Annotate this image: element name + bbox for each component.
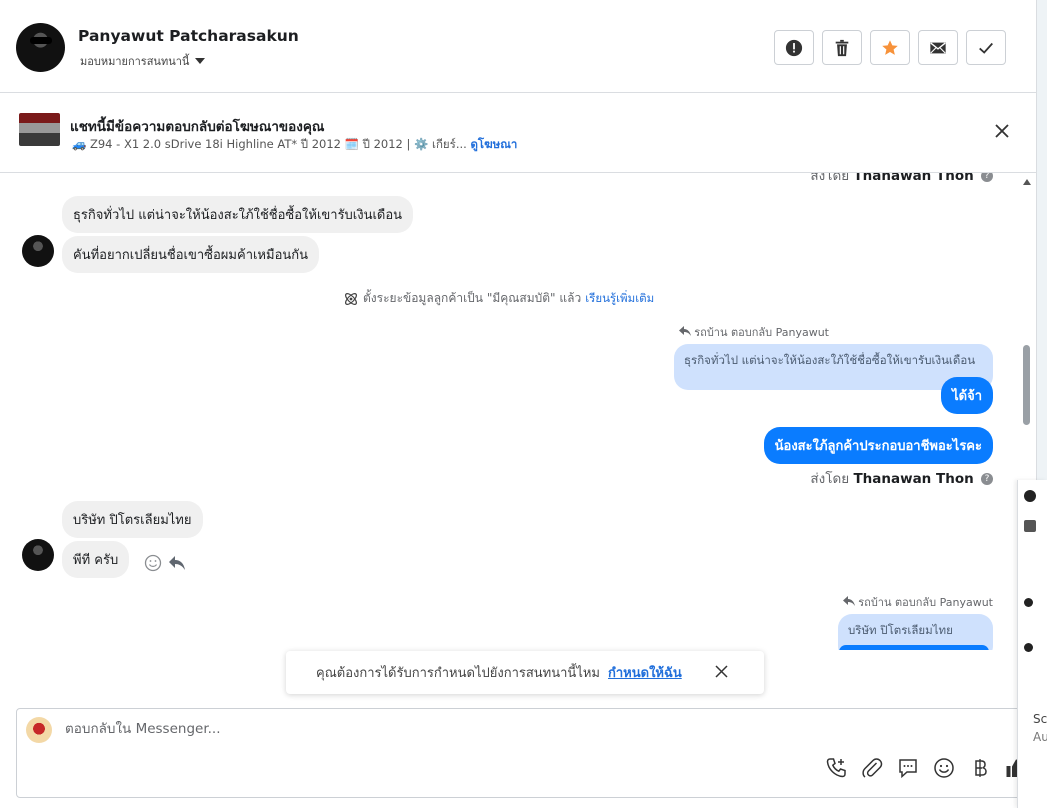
message-composer: [16, 708, 1036, 798]
ad-reply-banner: แชทนี้มีข้อความตอบกลับต่อโฆษณาของคุณ 🚙 Z…: [0, 93, 1037, 173]
saved-reply-icon[interactable]: [897, 757, 919, 779]
system-message: ตั้งระยะข้อมูลลูกค้าเป็น "มีคุณสมบัติ" แ…: [343, 289, 654, 308]
close-icon[interactable]: [715, 665, 728, 678]
message-thread[interactable]: ส่งโดย Thanawan Thon ? ธุรกิจทั่วไป แต่น…: [0, 173, 1037, 650]
assign-conversation-dropdown[interactable]: มอบหมายการสนทนานี้: [80, 52, 206, 70]
caret-down-icon: [195, 58, 206, 64]
page-avatar: [26, 717, 52, 743]
assign-prompt-toast: คุณต้องการได้รับการกำหนดไปยังการสนทนานี้…: [286, 651, 764, 694]
star-button[interactable]: [870, 30, 910, 65]
conversation-window: Panyawut Patcharasakun มอบหมายการสนทนานี…: [0, 0, 1037, 808]
payment-baht-icon[interactable]: [969, 757, 991, 779]
message-incoming[interactable]: คันที่อยากเปลี่ยนชื่อเขาซื้อผมค้าเหมือนก…: [62, 236, 320, 273]
system-message-text: ตั้งระยะข้อมูลลูกค้าเป็น "มีคุณสมบัติ" แ…: [363, 291, 582, 305]
chat-avatar[interactable]: [1024, 490, 1036, 502]
emoji-icon[interactable]: [933, 757, 955, 779]
ad-description: 🚙 Z94 - X1 2.0 sDrive 18i Highline AT* ป…: [72, 137, 467, 151]
chat-avatar[interactable]: [1024, 643, 1033, 652]
help-icon[interactable]: ?: [981, 173, 993, 182]
reply-arrow-icon: [842, 596, 855, 606]
trash-icon: [835, 39, 849, 56]
scroll-up-icon[interactable]: [1023, 179, 1031, 185]
header-actions: [774, 30, 1006, 65]
ad-thumbnail[interactable]: [19, 113, 60, 146]
paperclip-icon[interactable]: [861, 757, 883, 779]
scrollbar-thumb[interactable]: [1023, 345, 1030, 425]
star-icon: [882, 39, 898, 55]
atom-icon: [345, 292, 357, 305]
composer-tools: [825, 757, 1027, 779]
assign-prompt-text: คุณต้องการได้รับการกำหนดไปยังการสนทนานี้…: [316, 666, 600, 681]
side-chat-panel[interactable]: Sc Au: [1017, 480, 1047, 808]
ad-info: 🚙 Z94 - X1 2.0 sDrive 18i Highline AT* ป…: [72, 136, 517, 154]
assign-label: มอบหมายการสนทนานี้: [80, 55, 190, 68]
message-outgoing-partial[interactable]: [839, 645, 989, 650]
message-outgoing[interactable]: ได้จ้า: [941, 377, 993, 414]
react-emoji-icon[interactable]: [144, 554, 162, 572]
contact-avatar-small[interactable]: [22, 539, 54, 571]
contact-avatar-small[interactable]: [22, 235, 54, 267]
ad-banner-title: แชทนี้มีข้อความตอบกลับต่อโฆษณาของคุณ: [70, 119, 325, 135]
side-label: Sc: [1033, 712, 1047, 726]
checkmark-icon: [979, 42, 993, 54]
learn-more-link[interactable]: เรียนรู้เพิ่มเติม: [585, 290, 654, 308]
reply-meta: รถบ้าน ตอบกลับ Panyawut: [842, 593, 993, 611]
close-icon[interactable]: [994, 123, 1010, 139]
mark-spam-button[interactable]: [774, 30, 814, 65]
message-outgoing[interactable]: น้องสะใภ้ลูกค้าประกอบอาชีพอะไรคะ: [763, 427, 993, 464]
assign-to-me-link[interactable]: กำหนดให้ฉัน: [608, 662, 682, 683]
chat-avatar[interactable]: [1024, 520, 1036, 532]
chat-avatar[interactable]: [1024, 598, 1033, 607]
side-label: Au: [1033, 730, 1047, 744]
contact-avatar[interactable]: [16, 23, 65, 72]
reply-arrow-icon: [678, 326, 691, 336]
alert-icon: [785, 39, 803, 56]
conversation-header: Panyawut Patcharasakun มอบหมายการสนทนานี…: [0, 0, 1037, 93]
email-button[interactable]: [918, 30, 958, 65]
delete-button[interactable]: [822, 30, 862, 65]
message-incoming[interactable]: พีที ครับ: [62, 541, 130, 578]
phone-icon[interactable]: [825, 757, 847, 779]
help-icon[interactable]: ?: [981, 473, 993, 485]
sent-by-partial: ส่งโดย Thanawan Thon ?: [810, 173, 993, 186]
mark-done-button[interactable]: [966, 30, 1006, 65]
reply-meta: รถบ้าน ตอบกลับ Panyawut: [678, 323, 829, 341]
reply-icon[interactable]: [168, 554, 186, 572]
sent-by: ส่งโดย Thanawan Thon ?: [810, 467, 993, 489]
contact-name[interactable]: Panyawut Patcharasakun: [78, 27, 299, 45]
envelope-icon: [930, 42, 946, 53]
view-ad-link[interactable]: ดูโฆษณา: [470, 137, 517, 151]
message-incoming[interactable]: บริษัท ปิโตรเลียมไทย: [62, 501, 203, 538]
reply-input[interactable]: [65, 721, 765, 737]
message-incoming[interactable]: ธุรกิจทั่วไป แต่น่าจะให้น้องสะใภ้ใช้ชื่อ…: [62, 196, 414, 233]
